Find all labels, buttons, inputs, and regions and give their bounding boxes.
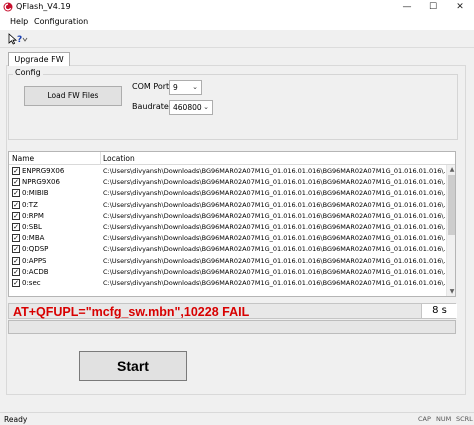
scroll-lock-indicator: SCRL	[456, 415, 473, 423]
file-name: ENPRG9X06	[22, 167, 65, 175]
maximize-button[interactable]: ☐	[420, 0, 446, 14]
table-header: Name Location	[9, 152, 455, 165]
title-bar: QFlash_V4.19 — ☐ ✕	[0, 0, 474, 14]
menu-bar: Help Configuration	[0, 14, 474, 30]
file-location: C:\Users\divyansh\Downloads\BG96MAR02A07…	[103, 245, 445, 254]
table-row[interactable]: ✓ 0:sec C:\Users\divyansh\Downloads\BG96MA…	[9, 278, 447, 289]
table-row[interactable]: ✓ 0:RPM C:\Users\divyansh\Downloads\BG96MA…	[9, 211, 447, 222]
file-location: C:\Users\divyansh\Downloads\BG96MAR02A07…	[103, 189, 445, 198]
file-name: NPRG9X06	[22, 178, 60, 187]
file-location: C:\Users\divyansh\Downloads\BG96MAR02A07…	[103, 234, 445, 243]
file-location: C:\Users\divyansh\Downloads\BG96MAR02A07…	[103, 211, 445, 220]
baudrate-select[interactable]: 460800 ⌄	[169, 100, 213, 115]
elapsed-timer: 8 s	[421, 304, 457, 318]
menu-configuration[interactable]: Configuration	[34, 17, 88, 26]
file-location: C:\Users\divyansh\Downloads\BG96MAR02A07…	[103, 256, 445, 265]
status-bar: Ready CAP NUM SCRL	[0, 412, 474, 425]
table-row[interactable]: ✓ 0:QDSP C:\Users\divyansh\Downloads\BG96M…	[9, 244, 447, 255]
table-row[interactable]: ✓ 0:ACDB C:\Users\divyansh\Downloads\BG96M…	[9, 267, 447, 278]
status-message: AT+QFUPL="mcfg_sw.mbn",10228 FAIL	[13, 305, 250, 319]
file-location: C:\Users\divyansh\Downloads\BG96MAR02A07…	[103, 200, 445, 209]
chevron-down-icon: ⌄	[192, 83, 198, 91]
column-header-location[interactable]: Location	[103, 154, 135, 163]
row-checkbox[interactable]: ✓	[12, 267, 20, 276]
com-port-value: 9	[173, 83, 178, 92]
file-name: 0:RPM	[22, 211, 44, 220]
file-name: 0:MIBIB	[22, 189, 49, 198]
table-row[interactable]: ✓ 0:MBA C:\Users\divyansh\Downloads\BG96MA…	[9, 233, 447, 244]
table-row[interactable]: ✓ ENPRG9X06 C:\Users\divyansh\Downloads\BG…	[9, 166, 447, 177]
svg-text:?: ?	[17, 35, 22, 45]
vertical-scrollbar[interactable]: ▲ ▼	[446, 165, 455, 296]
progress-bar	[8, 320, 456, 334]
row-checkbox[interactable]: ✓	[12, 223, 20, 231]
scroll-up-icon[interactable]: ▲	[447, 165, 455, 175]
row-checkbox[interactable]: ✓	[12, 211, 20, 220]
file-location: C:\Users\divyansh\Downloads\BG96MAR02A07…	[103, 267, 445, 276]
load-fw-files-button[interactable]: Load FW Files	[24, 86, 122, 106]
file-location: C:\Users\divyansh\Downloads\BG96MAR02A07…	[103, 223, 445, 231]
column-header-name[interactable]: Name	[12, 154, 34, 163]
table-row[interactable]: ✓ 0:APPS C:\Users\divyansh\Downloads\BG96M…	[9, 256, 447, 267]
file-name: 0:TZ	[22, 200, 38, 209]
row-checkbox[interactable]: ✓	[12, 167, 20, 175]
table-row[interactable]: ✓ 0:TZ C:\Users\divyansh\Downloads\BG96MAR…	[9, 200, 447, 211]
table-row[interactable]: ✓ 0:MIBIB C:\Users\divyansh\Downloads\BG96…	[9, 188, 447, 199]
config-group	[8, 74, 458, 140]
file-name: 0:sec	[22, 279, 41, 287]
file-location: C:\Users\divyansh\Downloads\BG96MAR02A07…	[103, 167, 445, 175]
baudrate-label: Baudrate:	[132, 102, 172, 111]
row-checkbox[interactable]: ✓	[12, 200, 20, 209]
file-name: 0:SBL	[22, 223, 42, 231]
chevron-down-icon: ⌄	[203, 103, 209, 111]
row-checkbox[interactable]: ✓	[12, 178, 20, 187]
scroll-thumb[interactable]	[448, 175, 455, 235]
caps-lock-indicator: CAP	[418, 415, 431, 423]
row-checkbox[interactable]: ✓	[12, 256, 20, 265]
row-checkbox[interactable]: ✓	[12, 189, 20, 198]
baudrate-value: 460800	[173, 103, 202, 112]
file-name: 0:APPS	[22, 256, 47, 265]
tab-upgrade-fw[interactable]: Upgrade FW	[8, 52, 70, 66]
file-name: 0:ACDB	[22, 267, 49, 276]
column-divider[interactable]	[100, 152, 101, 165]
help-pointer-icon[interactable]: ?	[6, 32, 28, 46]
toolbar: ?	[0, 30, 474, 48]
com-port-select[interactable]: 9 ⌄	[169, 80, 202, 95]
table-row[interactable]: ✓ 0:SBL C:\Users\divyansh\Downloads\BG96MA…	[9, 222, 447, 233]
file-name: 0:QDSP	[22, 245, 49, 254]
scroll-down-icon[interactable]: ▼	[447, 287, 455, 296]
status-ready: Ready	[4, 415, 28, 424]
firmware-file-list[interactable]: Name Location ✓ ENPRG9X06 C:\Users\divyans…	[8, 151, 456, 297]
row-checkbox[interactable]: ✓	[12, 279, 20, 287]
window-title: QFlash_V4.19	[16, 2, 71, 11]
row-checkbox[interactable]: ✓	[12, 234, 20, 243]
row-checkbox[interactable]: ✓	[12, 245, 20, 254]
close-button[interactable]: ✕	[446, 0, 474, 14]
config-legend: Config	[13, 68, 43, 77]
menu-help[interactable]: Help	[10, 17, 28, 26]
file-location: C:\Users\divyansh\Downloads\BG96MAR02A07…	[103, 178, 445, 187]
com-port-label: COM Port:	[132, 82, 172, 91]
table-row[interactable]: ✓ NPRG9X06 C:\Users\divyansh\Downloads\BG9…	[9, 177, 447, 188]
file-location: C:\Users\divyansh\Downloads\BG96MAR02A07…	[103, 279, 445, 287]
status-message-box: AT+QFUPL="mcfg_sw.mbn",10228 FAIL 8 s	[8, 303, 457, 319]
qflash-logo-icon	[3, 2, 13, 12]
file-name: 0:MBA	[22, 234, 45, 243]
start-button[interactable]: Start	[79, 351, 187, 381]
num-lock-indicator: NUM	[436, 415, 452, 423]
minimize-button[interactable]: —	[394, 0, 420, 14]
